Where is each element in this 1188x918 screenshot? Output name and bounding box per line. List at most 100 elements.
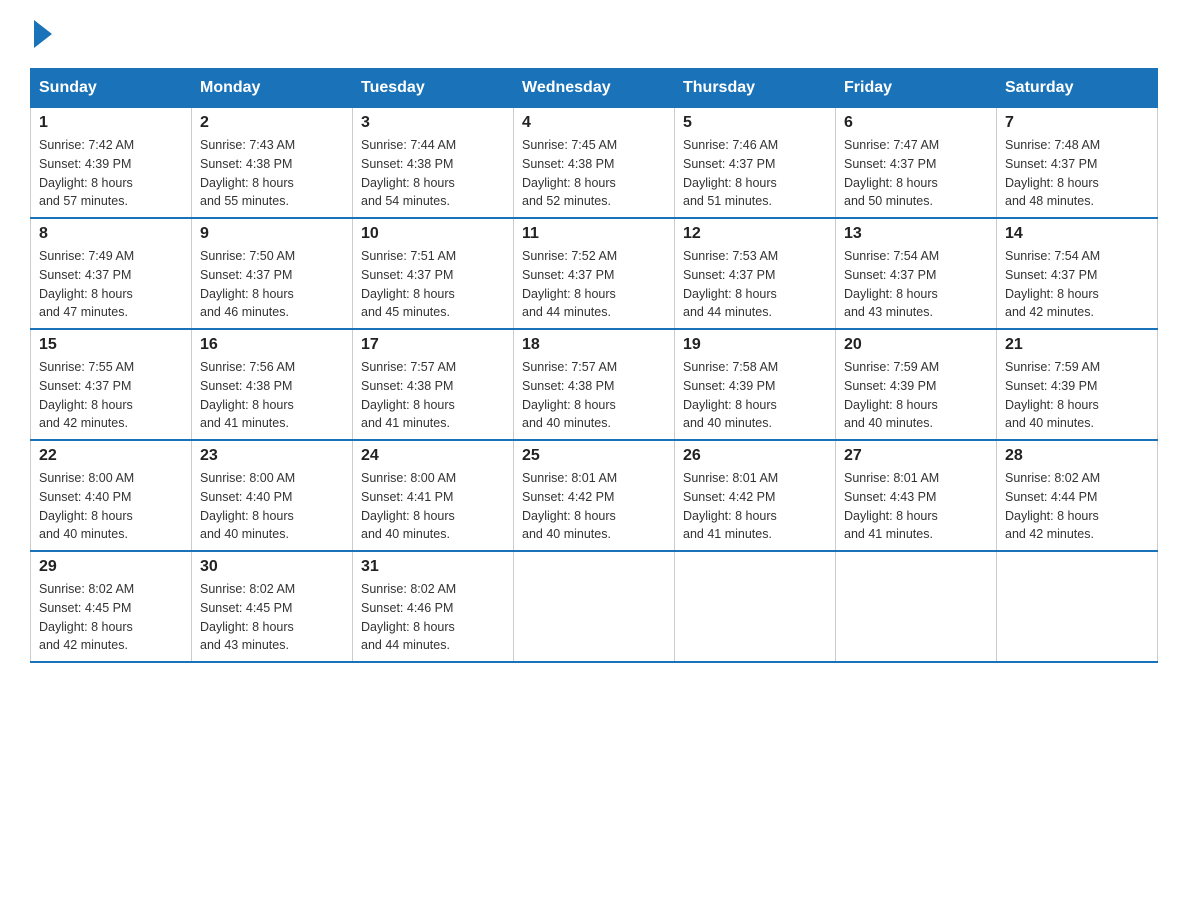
day-info: Sunrise: 7:57 AM Sunset: 4:38 PM Dayligh… (522, 358, 666, 433)
day-number: 16 (200, 336, 344, 354)
day-info: Sunrise: 8:02 AM Sunset: 4:45 PM Dayligh… (200, 580, 344, 655)
day-number: 19 (683, 336, 827, 354)
calendar-cell: 20 Sunrise: 7:59 AM Sunset: 4:39 PM Dayl… (836, 329, 997, 440)
calendar-day-header: Monday (192, 69, 353, 108)
day-number: 5 (683, 114, 827, 132)
day-number: 2 (200, 114, 344, 132)
calendar-cell: 5 Sunrise: 7:46 AM Sunset: 4:37 PM Dayli… (675, 108, 836, 219)
day-info: Sunrise: 7:52 AM Sunset: 4:37 PM Dayligh… (522, 247, 666, 322)
day-info: Sunrise: 7:53 AM Sunset: 4:37 PM Dayligh… (683, 247, 827, 322)
calendar-cell (997, 551, 1158, 662)
calendar-cell: 23 Sunrise: 8:00 AM Sunset: 4:40 PM Dayl… (192, 440, 353, 551)
calendar-cell: 6 Sunrise: 7:47 AM Sunset: 4:37 PM Dayli… (836, 108, 997, 219)
calendar-body: 1 Sunrise: 7:42 AM Sunset: 4:39 PM Dayli… (31, 108, 1158, 663)
calendar-cell: 26 Sunrise: 8:01 AM Sunset: 4:42 PM Dayl… (675, 440, 836, 551)
calendar-cell: 19 Sunrise: 7:58 AM Sunset: 4:39 PM Dayl… (675, 329, 836, 440)
day-info: Sunrise: 7:59 AM Sunset: 4:39 PM Dayligh… (1005, 358, 1149, 433)
day-info: Sunrise: 7:45 AM Sunset: 4:38 PM Dayligh… (522, 136, 666, 211)
day-info: Sunrise: 8:02 AM Sunset: 4:45 PM Dayligh… (39, 580, 183, 655)
calendar-cell: 29 Sunrise: 8:02 AM Sunset: 4:45 PM Dayl… (31, 551, 192, 662)
calendar-cell: 24 Sunrise: 8:00 AM Sunset: 4:41 PM Dayl… (353, 440, 514, 551)
calendar-cell: 10 Sunrise: 7:51 AM Sunset: 4:37 PM Dayl… (353, 218, 514, 329)
day-info: Sunrise: 7:59 AM Sunset: 4:39 PM Dayligh… (844, 358, 988, 433)
calendar-day-header: Sunday (31, 69, 192, 108)
day-number: 14 (1005, 225, 1149, 243)
calendar-cell: 17 Sunrise: 7:57 AM Sunset: 4:38 PM Dayl… (353, 329, 514, 440)
day-info: Sunrise: 7:54 AM Sunset: 4:37 PM Dayligh… (844, 247, 988, 322)
day-number: 24 (361, 447, 505, 465)
calendar-day-header: Saturday (997, 69, 1158, 108)
calendar-week-row: 8 Sunrise: 7:49 AM Sunset: 4:37 PM Dayli… (31, 218, 1158, 329)
calendar-cell: 16 Sunrise: 7:56 AM Sunset: 4:38 PM Dayl… (192, 329, 353, 440)
calendar-cell (675, 551, 836, 662)
calendar-cell: 1 Sunrise: 7:42 AM Sunset: 4:39 PM Dayli… (31, 108, 192, 219)
calendar-cell: 8 Sunrise: 7:49 AM Sunset: 4:37 PM Dayli… (31, 218, 192, 329)
calendar-cell: 14 Sunrise: 7:54 AM Sunset: 4:37 PM Dayl… (997, 218, 1158, 329)
calendar-day-header: Tuesday (353, 69, 514, 108)
day-info: Sunrise: 7:42 AM Sunset: 4:39 PM Dayligh… (39, 136, 183, 211)
day-number: 26 (683, 447, 827, 465)
calendar-cell: 9 Sunrise: 7:50 AM Sunset: 4:37 PM Dayli… (192, 218, 353, 329)
calendar-cell: 25 Sunrise: 8:01 AM Sunset: 4:42 PM Dayl… (514, 440, 675, 551)
logo-arrow-icon (34, 20, 52, 48)
day-number: 11 (522, 225, 666, 243)
day-number: 27 (844, 447, 988, 465)
day-info: Sunrise: 7:48 AM Sunset: 4:37 PM Dayligh… (1005, 136, 1149, 211)
calendar-week-row: 22 Sunrise: 8:00 AM Sunset: 4:40 PM Dayl… (31, 440, 1158, 551)
calendar-cell: 31 Sunrise: 8:02 AM Sunset: 4:46 PM Dayl… (353, 551, 514, 662)
day-info: Sunrise: 7:43 AM Sunset: 4:38 PM Dayligh… (200, 136, 344, 211)
day-number: 1 (39, 114, 183, 132)
day-info: Sunrise: 8:01 AM Sunset: 4:42 PM Dayligh… (522, 469, 666, 544)
day-number: 12 (683, 225, 827, 243)
day-number: 17 (361, 336, 505, 354)
day-info: Sunrise: 8:02 AM Sunset: 4:46 PM Dayligh… (361, 580, 505, 655)
day-number: 28 (1005, 447, 1149, 465)
calendar-week-row: 15 Sunrise: 7:55 AM Sunset: 4:37 PM Dayl… (31, 329, 1158, 440)
calendar-cell: 7 Sunrise: 7:48 AM Sunset: 4:37 PM Dayli… (997, 108, 1158, 219)
day-info: Sunrise: 8:00 AM Sunset: 4:40 PM Dayligh… (200, 469, 344, 544)
day-number: 18 (522, 336, 666, 354)
calendar-cell: 22 Sunrise: 8:00 AM Sunset: 4:40 PM Dayl… (31, 440, 192, 551)
day-number: 9 (200, 225, 344, 243)
calendar-cell: 13 Sunrise: 7:54 AM Sunset: 4:37 PM Dayl… (836, 218, 997, 329)
day-info: Sunrise: 8:00 AM Sunset: 4:41 PM Dayligh… (361, 469, 505, 544)
day-info: Sunrise: 7:44 AM Sunset: 4:38 PM Dayligh… (361, 136, 505, 211)
day-info: Sunrise: 8:01 AM Sunset: 4:43 PM Dayligh… (844, 469, 988, 544)
calendar-cell (514, 551, 675, 662)
day-info: Sunrise: 7:56 AM Sunset: 4:38 PM Dayligh… (200, 358, 344, 433)
day-number: 25 (522, 447, 666, 465)
calendar-day-header: Thursday (675, 69, 836, 108)
day-number: 15 (39, 336, 183, 354)
day-number: 4 (522, 114, 666, 132)
day-number: 6 (844, 114, 988, 132)
page-header (30, 20, 1158, 58)
calendar-cell: 21 Sunrise: 7:59 AM Sunset: 4:39 PM Dayl… (997, 329, 1158, 440)
calendar-cell: 2 Sunrise: 7:43 AM Sunset: 4:38 PM Dayli… (192, 108, 353, 219)
calendar-cell: 4 Sunrise: 7:45 AM Sunset: 4:38 PM Dayli… (514, 108, 675, 219)
day-number: 3 (361, 114, 505, 132)
day-info: Sunrise: 7:47 AM Sunset: 4:37 PM Dayligh… (844, 136, 988, 211)
calendar-table: SundayMondayTuesdayWednesdayThursdayFrid… (30, 68, 1158, 663)
calendar-cell: 28 Sunrise: 8:02 AM Sunset: 4:44 PM Dayl… (997, 440, 1158, 551)
logo (30, 20, 52, 58)
calendar-header: SundayMondayTuesdayWednesdayThursdayFrid… (31, 69, 1158, 108)
day-info: Sunrise: 7:51 AM Sunset: 4:37 PM Dayligh… (361, 247, 505, 322)
day-number: 13 (844, 225, 988, 243)
day-number: 30 (200, 558, 344, 576)
day-info: Sunrise: 7:58 AM Sunset: 4:39 PM Dayligh… (683, 358, 827, 433)
calendar-week-row: 29 Sunrise: 8:02 AM Sunset: 4:45 PM Dayl… (31, 551, 1158, 662)
calendar-day-header: Wednesday (514, 69, 675, 108)
calendar-day-header: Friday (836, 69, 997, 108)
day-info: Sunrise: 7:55 AM Sunset: 4:37 PM Dayligh… (39, 358, 183, 433)
calendar-cell: 18 Sunrise: 7:57 AM Sunset: 4:38 PM Dayl… (514, 329, 675, 440)
day-number: 8 (39, 225, 183, 243)
day-number: 31 (361, 558, 505, 576)
calendar-cell: 12 Sunrise: 7:53 AM Sunset: 4:37 PM Dayl… (675, 218, 836, 329)
day-info: Sunrise: 7:50 AM Sunset: 4:37 PM Dayligh… (200, 247, 344, 322)
day-number: 7 (1005, 114, 1149, 132)
day-info: Sunrise: 8:02 AM Sunset: 4:44 PM Dayligh… (1005, 469, 1149, 544)
day-info: Sunrise: 7:46 AM Sunset: 4:37 PM Dayligh… (683, 136, 827, 211)
day-number: 23 (200, 447, 344, 465)
calendar-cell: 15 Sunrise: 7:55 AM Sunset: 4:37 PM Dayl… (31, 329, 192, 440)
day-info: Sunrise: 8:01 AM Sunset: 4:42 PM Dayligh… (683, 469, 827, 544)
